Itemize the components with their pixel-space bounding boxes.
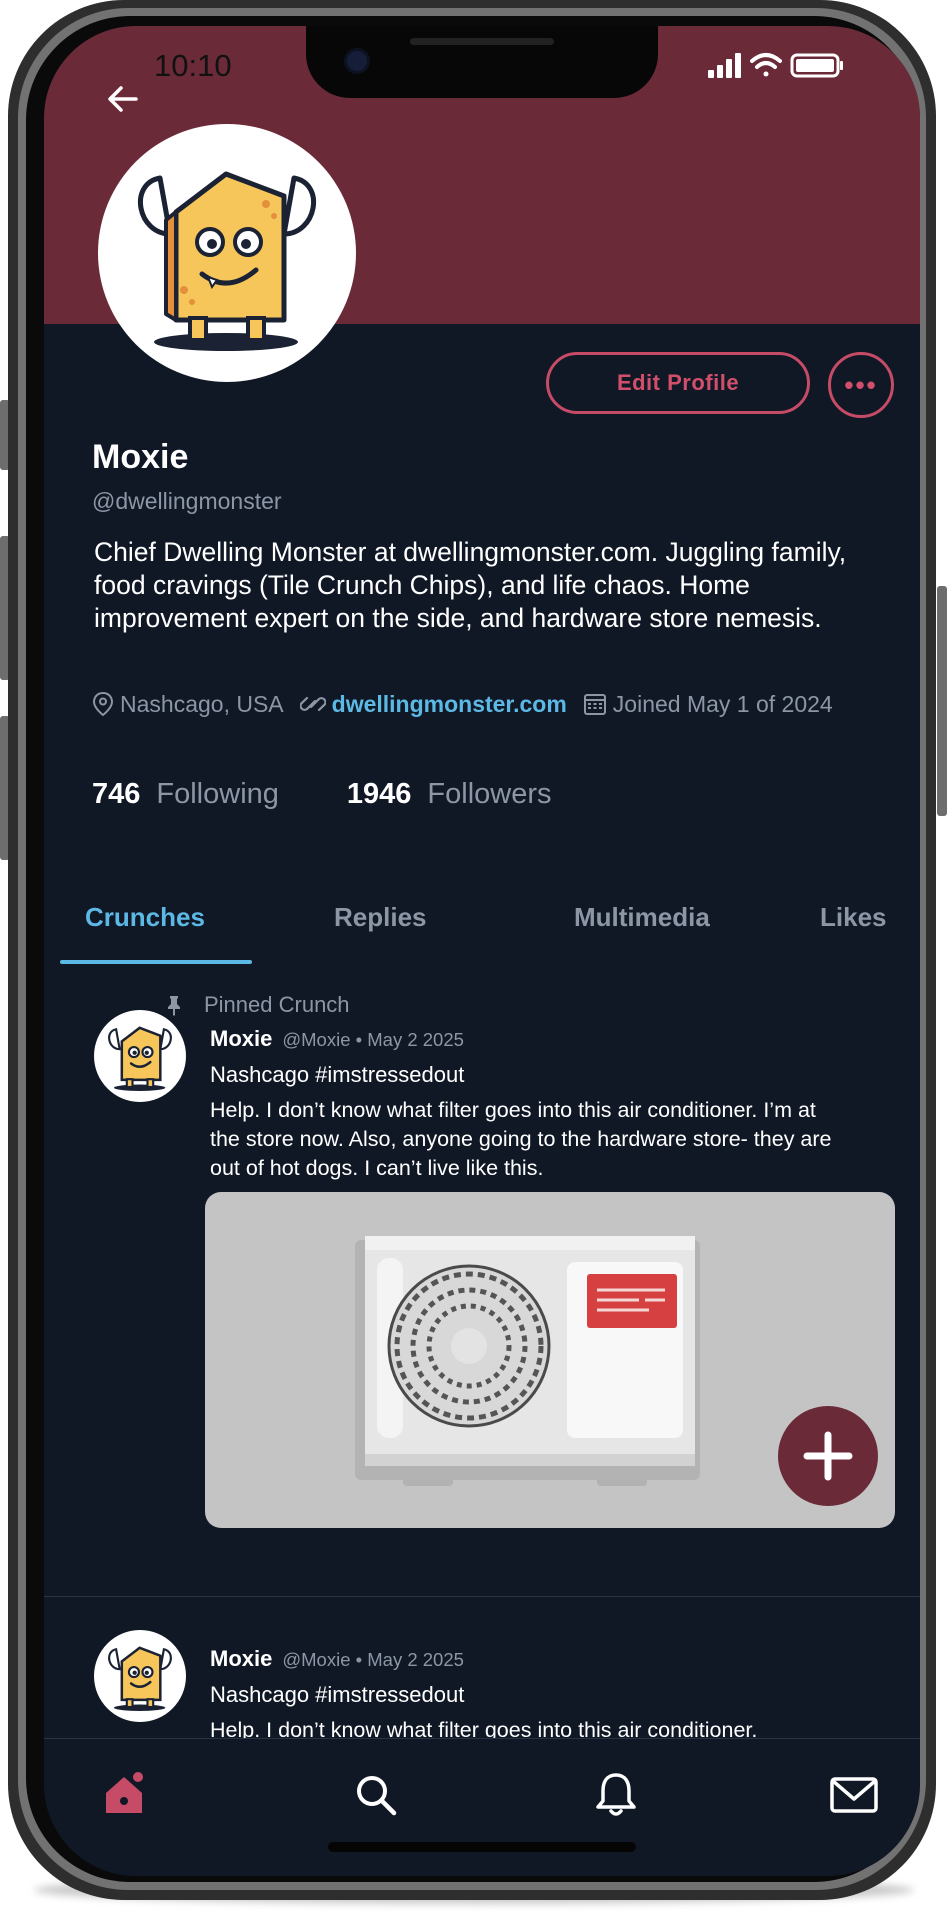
profile-handle: @dwellingmonster: [92, 488, 282, 514]
bottom-nav: [44, 1738, 920, 1876]
battery-icon: [790, 53, 843, 78]
profile-name: Moxie: [92, 438, 189, 476]
active-tab-indicator: [60, 960, 252, 964]
bell-icon[interactable]: [590, 1769, 642, 1821]
phone-frame: 10:10 Edit Profile ••• Moxie @dwellingmo…: [8, 0, 936, 1900]
back-arrow-icon[interactable]: [98, 74, 148, 124]
profile-joined-date: Joined May 1 of 2024: [612, 690, 833, 717]
post-avatar[interactable]: [94, 1010, 186, 1102]
post-body: Help. I don’t know what filter goes into…: [210, 1098, 832, 1180]
compose-fab-button[interactable]: [778, 1406, 878, 1506]
post-author-name[interactable]: Moxie: [210, 1026, 272, 1052]
status-time: 10:10: [154, 48, 232, 83]
following-label[interactable]: Following: [156, 778, 279, 811]
post-author-name[interactable]: Moxie: [210, 1646, 272, 1672]
post-header: Moxie @Moxie • May 2 2025: [210, 1646, 464, 1672]
post-location-tag: Nashcago #imstressedout: [210, 1682, 465, 1707]
pinned-header: Pinned Crunch: [164, 992, 350, 1018]
mail-icon[interactable]: [828, 1769, 880, 1821]
calendar-icon: [583, 694, 606, 715]
post-header: Moxie @Moxie • May 2 2025: [210, 1026, 464, 1052]
followers-label[interactable]: Followers: [427, 778, 551, 811]
map-pin-icon: [92, 691, 114, 717]
app-screen: 10:10 Edit Profile ••• Moxie @dwellingmo…: [44, 26, 920, 1876]
monster-mascot-image: [138, 171, 316, 351]
link-icon: [299, 696, 326, 712]
pinned-label: Pinned Crunch: [204, 992, 350, 1017]
profile-website-link[interactable]: dwellingmonster.com: [332, 691, 567, 718]
profile-avatar[interactable]: [98, 124, 356, 382]
wifi-icon: [750, 53, 782, 77]
status-icons: [708, 53, 843, 78]
home-indicator[interactable]: [328, 1842, 636, 1852]
tab-replies[interactable]: Replies: [334, 902, 427, 933]
post-avatar[interactable]: [94, 1630, 186, 1722]
tab-crunches[interactable]: Crunches: [85, 902, 205, 933]
notch: [306, 26, 658, 98]
search-icon[interactable]: [350, 1769, 402, 1821]
pushpin-icon: [168, 996, 180, 1016]
post-divider: [44, 1596, 920, 1597]
signal-icon: [708, 53, 741, 78]
post-meta: @Moxie • May 2 2025: [282, 1649, 464, 1670]
edit-profile-button[interactable]: Edit Profile: [546, 352, 810, 414]
profile-location: Nashcago, USA: [120, 690, 284, 717]
followers-count[interactable]: 1946: [347, 778, 412, 811]
post-location-tag: Nashcago #imstressedout: [210, 1062, 465, 1087]
tab-multimedia[interactable]: Multimedia: [574, 902, 710, 933]
plus-icon: [803, 1431, 853, 1481]
profile-tabs: Crunches Replies Multimedia Likes: [44, 886, 920, 966]
monster-mascot-image: [108, 1026, 172, 1091]
monster-mascot-image: [108, 1646, 172, 1711]
profile-meta: Nashcago, USA dwellingmonster.com Joined…: [92, 686, 849, 722]
more-options-button[interactable]: •••: [828, 352, 894, 418]
profile-bio: Chief Dwelling Monster at dwellingmonste…: [94, 537, 847, 633]
power-button: [937, 586, 947, 816]
home-icon[interactable]: [100, 1769, 152, 1821]
follow-stats: 746 Following 1946 Followers: [92, 778, 552, 811]
following-count[interactable]: 746: [92, 778, 140, 811]
front-camera: [344, 48, 370, 74]
post-meta: @Moxie • May 2 2025: [282, 1029, 464, 1050]
tab-likes[interactable]: Likes: [820, 902, 887, 933]
